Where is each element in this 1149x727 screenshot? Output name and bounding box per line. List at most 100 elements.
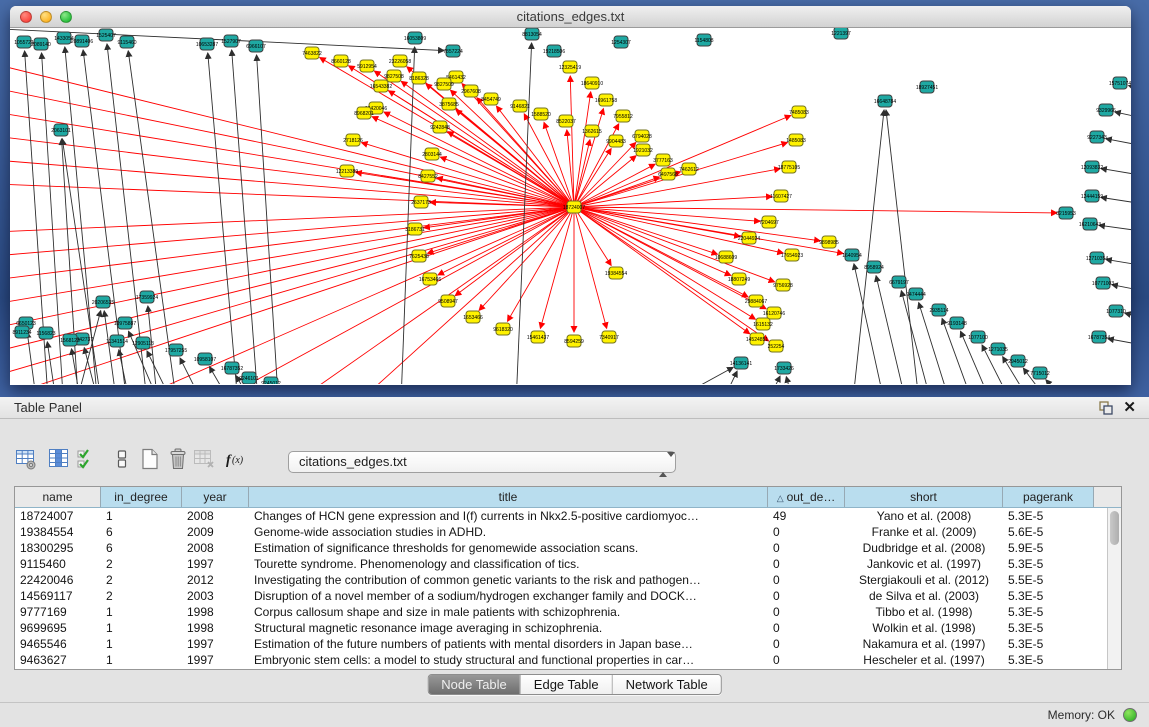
graph-edge bbox=[128, 51, 180, 384]
column-header-title[interactable]: title bbox=[249, 487, 768, 507]
table-cell: Hescheler et al. (1997) bbox=[845, 652, 1003, 668]
table-cell: 1997 bbox=[182, 636, 249, 652]
graph-node-label: 8427552 bbox=[418, 174, 438, 180]
graph-node-label: 12905113 bbox=[132, 341, 154, 347]
graph-node-label: 12093832 bbox=[1081, 165, 1103, 171]
graph-node-label: 8186328 bbox=[409, 76, 429, 82]
table-cell: Yano et al. (2008) bbox=[845, 508, 1003, 524]
table-panel-title: Table Panel bbox=[14, 400, 82, 415]
graph-edge bbox=[574, 207, 1057, 213]
table-cell: Genome-wide association studies in ADHD. bbox=[249, 524, 768, 540]
table-cell: 9463627 bbox=[15, 652, 101, 668]
column-select-icon[interactable] bbox=[47, 447, 71, 471]
graph-node-label: 6794028 bbox=[632, 134, 652, 140]
graph-node-label: 10975887 bbox=[114, 321, 136, 327]
tab-node-table[interactable]: Node Table bbox=[428, 675, 520, 694]
trash-icon[interactable] bbox=[166, 447, 190, 471]
table-row[interactable]: 2242004622012Investigating the contribut… bbox=[15, 572, 1107, 588]
graph-node-label: 1921032 bbox=[633, 148, 653, 154]
table-row[interactable]: 1830029562008Estimation of significance … bbox=[15, 540, 1107, 556]
table-cell: Corpus callosum shape and size in male p… bbox=[249, 604, 768, 620]
table-cell: Embryonic stem cells: a model to study s… bbox=[249, 652, 768, 668]
table-cell: Wolkin et al. (1998) bbox=[845, 620, 1003, 636]
table-row[interactable]: 1872400712008Changes of HCN gene express… bbox=[15, 508, 1107, 524]
graph-edge bbox=[854, 264, 890, 384]
graph-node-label: 2089140 bbox=[31, 42, 51, 48]
table-row[interactable]: 1456911722003Disruption of a novel membe… bbox=[15, 588, 1107, 604]
table-cell: 5.3E-5 bbox=[1003, 652, 1094, 668]
graph-node-label: 9115460 bbox=[117, 40, 136, 46]
column-header-out_de[interactable]: △out_de… bbox=[768, 487, 845, 507]
column-header-short[interactable]: short bbox=[845, 487, 1003, 507]
tab-network-table[interactable]: Network Table bbox=[612, 675, 721, 694]
graph-edge bbox=[27, 332, 40, 384]
table-row[interactable]: 1938455462009Genome-wide association stu… bbox=[15, 524, 1107, 540]
graph-node-label: 14136141 bbox=[730, 361, 752, 367]
table-cell: Dudbridge et al. (2008) bbox=[845, 540, 1003, 556]
graph-node-label: 20891406 bbox=[71, 39, 93, 45]
graph-node-label: 1077310 bbox=[1106, 309, 1126, 315]
new-document-icon[interactable] bbox=[138, 447, 162, 471]
graph-node-label: 9146821 bbox=[510, 104, 530, 110]
graph-edge bbox=[574, 207, 717, 254]
graph-edge bbox=[574, 207, 607, 328]
table-cell: 0 bbox=[768, 604, 845, 620]
graph-node-label: 7340917 bbox=[599, 335, 619, 341]
graph-edge bbox=[1112, 285, 1131, 296]
graph-node-label: 1156823 bbox=[36, 331, 55, 337]
column-header-name[interactable]: name bbox=[15, 487, 101, 507]
graph-node-label: 2945012 bbox=[1008, 359, 1028, 365]
graph-node-label: 6966107 bbox=[246, 44, 266, 50]
graph-node-label: 9618320 bbox=[493, 327, 513, 333]
table-vertical-scrollbar[interactable] bbox=[1107, 508, 1121, 669]
table-settings-icon[interactable] bbox=[14, 447, 38, 471]
status-bar: Memory: OK bbox=[0, 702, 1149, 727]
graph-node-label: 9904483 bbox=[606, 139, 626, 145]
network-canvas[interactable]: 1872400774638228660128591295423226058982… bbox=[10, 28, 1131, 384]
minimize-window-icon[interactable] bbox=[40, 11, 52, 23]
network-window[interactable]: citations_edges.txt 18724007746382286601… bbox=[10, 6, 1131, 385]
column-header-pagerank[interactable]: pagerank bbox=[1003, 487, 1094, 507]
table-source-select[interactable]: citations_edges.txt bbox=[288, 451, 676, 473]
graph-node-label: 16961758 bbox=[595, 98, 617, 104]
tab-edge-table[interactable]: Edge Table bbox=[520, 675, 612, 694]
table-cell: Disruption of a novel member of a sodium… bbox=[249, 588, 768, 604]
table-source-value: citations_edges.txt bbox=[299, 454, 407, 469]
graph-node-label: 7204697 bbox=[759, 220, 779, 226]
graph-node-label: 19218506 bbox=[543, 49, 565, 55]
graph-node-label: 2718126 bbox=[343, 138, 363, 144]
graph-node-label: 8522037 bbox=[556, 119, 576, 125]
graph-node-label: 18724007 bbox=[563, 205, 585, 211]
graph-node-label: 12213389 bbox=[336, 169, 358, 175]
table-cell: Tourette syndrome. Phenomenology and cla… bbox=[249, 556, 768, 572]
scrollbar-thumb[interactable] bbox=[1110, 511, 1119, 545]
column-header-in_degree[interactable]: in_degree bbox=[101, 487, 182, 507]
table-cell: 2 bbox=[101, 572, 182, 588]
column-check-icon[interactable] bbox=[75, 447, 99, 471]
close-panel-icon[interactable]: ✕ bbox=[1123, 398, 1136, 416]
table-cell: 5.9E-5 bbox=[1003, 540, 1094, 556]
graph-edge bbox=[400, 47, 415, 384]
table-row[interactable]: 977716911998Corpus callosum shape and si… bbox=[15, 604, 1107, 620]
table-row[interactable]: 946362711997Embryonic stem cells: a mode… bbox=[15, 652, 1107, 668]
table-row[interactable]: 946554611997Estimation of the future num… bbox=[15, 636, 1107, 652]
graph-edge bbox=[1106, 259, 1131, 270]
table-cell: 1 bbox=[101, 620, 182, 636]
network-window-titlebar[interactable]: citations_edges.txt bbox=[10, 6, 1131, 28]
column-header-year[interactable]: year bbox=[182, 487, 249, 507]
svg-text:(x): (x) bbox=[232, 455, 244, 466]
table-row[interactable]: 911546021997Tourette syndrome. Phenomeno… bbox=[15, 556, 1107, 572]
function-builder-icon[interactable]: f (x) bbox=[224, 447, 248, 471]
graph-node-label: 1154808 bbox=[694, 38, 713, 44]
close-window-icon[interactable] bbox=[20, 11, 32, 23]
table-row[interactable]: 969969511998Structural magnetic resonanc… bbox=[15, 620, 1107, 636]
table-cell: 2008 bbox=[182, 540, 249, 556]
graph-node-label: 1640954 bbox=[842, 253, 862, 259]
zoom-window-icon[interactable] bbox=[60, 11, 72, 23]
float-panel-icon[interactable] bbox=[1099, 401, 1113, 415]
graph-edge bbox=[574, 207, 843, 253]
graph-node-label: 3777163 bbox=[653, 158, 673, 164]
graph-node-label: 9193148 bbox=[947, 321, 967, 327]
rows-icon[interactable] bbox=[110, 447, 134, 471]
graph-node-label: 15461437 bbox=[527, 335, 549, 341]
